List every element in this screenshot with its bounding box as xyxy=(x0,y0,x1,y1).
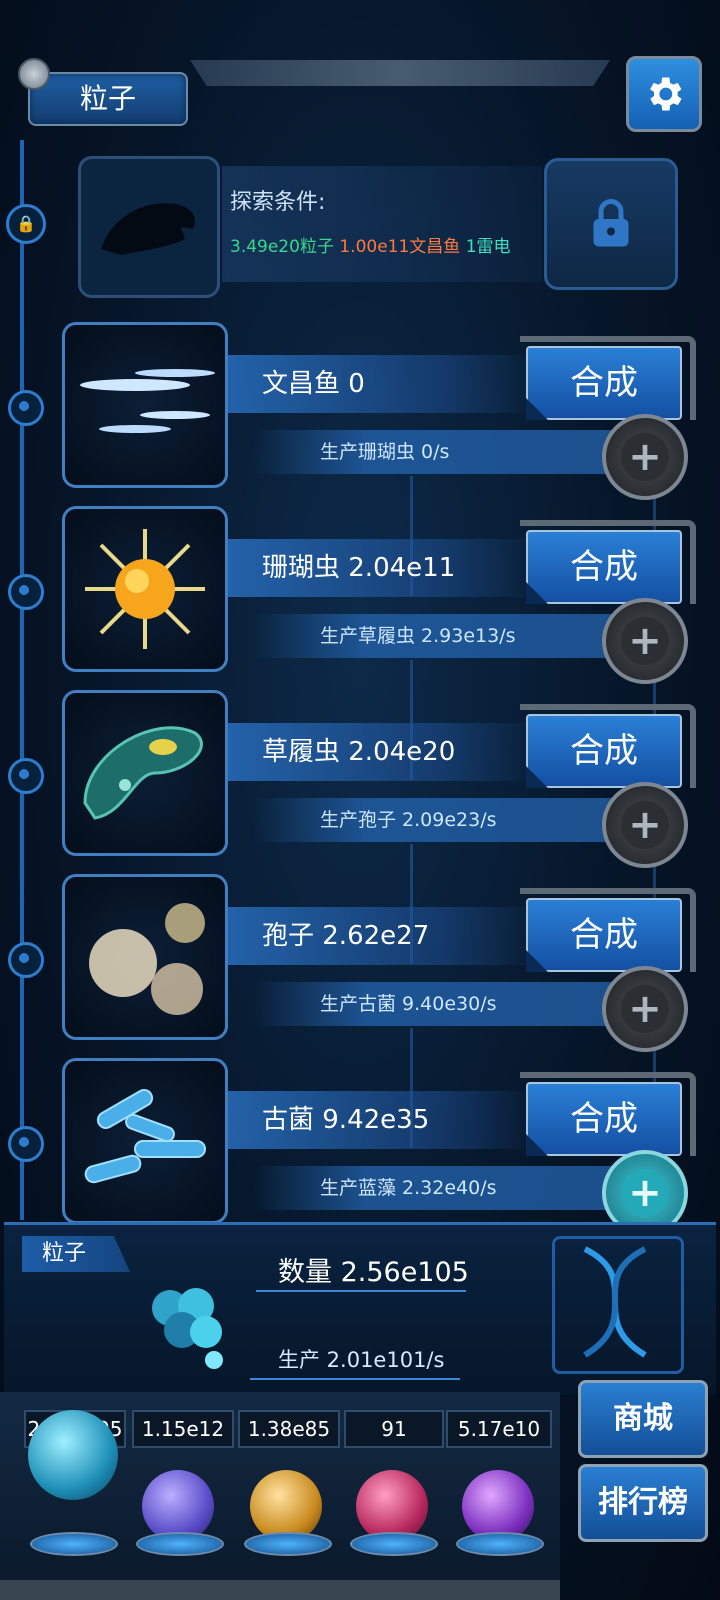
plus-icon: + xyxy=(621,801,669,849)
settings-button[interactable] xyxy=(626,56,702,132)
lock-icon xyxy=(593,199,629,247)
resource-value: 5.17e10 xyxy=(446,1410,552,1448)
orb-pedestal xyxy=(244,1532,332,1556)
orb-pedestal xyxy=(30,1532,118,1556)
timeline-line xyxy=(20,140,24,1220)
timeline-node xyxy=(8,390,44,426)
creature-card-spore[interactable] xyxy=(62,874,228,1040)
creature-name: 孢子 2.62e27 xyxy=(228,907,538,965)
upgrade-plus-button[interactable]: + xyxy=(602,414,688,500)
paramecium-icon xyxy=(83,726,203,820)
particle-count: 数量 2.56e105 xyxy=(278,1257,469,1288)
resource-value: 91 xyxy=(344,1410,444,1448)
timeline-node xyxy=(8,574,44,610)
particle-production: 生产 2.01e101/s xyxy=(278,1348,445,1372)
requirement-fish: 1.00e11文昌鱼 xyxy=(339,237,461,257)
synthesize-button[interactable]: 合成 xyxy=(526,530,682,604)
requirement-thunder: 1雷电 xyxy=(465,237,511,257)
synthesize-button[interactable]: 合成 xyxy=(526,714,682,788)
page-title: 粒子 xyxy=(28,72,188,126)
creature-name: 文昌鱼 0 xyxy=(228,355,538,413)
timeline-node xyxy=(8,1126,44,1162)
plus-icon: + xyxy=(621,617,669,665)
creature-name: 草履虫 2.04e20 xyxy=(228,723,538,781)
creature-name: 古菌 9.42e35 xyxy=(228,1091,538,1149)
panel-tag: 粒子 xyxy=(22,1236,130,1272)
resource-value: 1.15e12 xyxy=(132,1410,234,1448)
creature-card-coral-polyp[interactable] xyxy=(62,506,228,672)
locked-button[interactable] xyxy=(544,158,678,290)
dna-icon xyxy=(552,1236,684,1374)
shop-button[interactable]: 商城 xyxy=(578,1380,708,1458)
production-rate: 生产古菌 9.40e30/s xyxy=(254,982,624,1026)
production-rate: 生产草履虫 2.93e13/s xyxy=(254,614,624,658)
timeline-node xyxy=(8,758,44,794)
creature-card-paramecium[interactable] xyxy=(62,690,228,856)
upgrade-plus-button[interactable]: + xyxy=(602,966,688,1052)
plus-icon: + xyxy=(621,433,669,481)
particle-cluster-icon xyxy=(130,1268,240,1378)
timeline-lock-icon: 🔒 xyxy=(6,204,46,244)
upgrade-plus-button[interactable]: + xyxy=(602,598,688,684)
resource-value: 1.38e85 xyxy=(238,1410,340,1448)
divider xyxy=(256,1290,466,1292)
creature-card-fish[interactable] xyxy=(62,322,228,488)
spore-icon xyxy=(89,903,205,1015)
explore-condition-label: 探索条件: xyxy=(230,190,326,215)
orb-pedestal xyxy=(136,1532,224,1556)
header-bar xyxy=(190,60,610,86)
production-rate: 生产孢子 2.09e23/s xyxy=(254,798,624,842)
synthesize-button[interactable]: 合成 xyxy=(526,1082,682,1156)
synthesize-button[interactable]: 合成 xyxy=(526,898,682,972)
orb-pedestal xyxy=(456,1532,544,1556)
creature-card-archaea[interactable] xyxy=(62,1058,228,1224)
plus-icon: + xyxy=(621,985,669,1033)
particle-orb-icon[interactable] xyxy=(28,1410,118,1500)
hud-strip xyxy=(0,1580,560,1600)
upgrade-plus-button[interactable]: + xyxy=(602,782,688,868)
production-rate: 生产珊瑚虫 0/s xyxy=(254,430,624,474)
coral-polyp-icon xyxy=(85,529,205,649)
gear-icon xyxy=(650,77,682,111)
requirement-particles: 3.49e20粒子 xyxy=(230,237,334,257)
creature-name: 珊瑚虫 2.04e11 xyxy=(228,539,538,597)
archaea-icon xyxy=(84,1089,206,1184)
bolt-decoration xyxy=(18,58,50,90)
timeline-node xyxy=(8,942,44,978)
production-rate: 生产蓝藻 2.32e40/s xyxy=(254,1166,624,1210)
synthesize-button[interactable]: 合成 xyxy=(526,346,682,420)
leaderboard-button[interactable]: 排行榜 xyxy=(578,1464,708,1542)
locked-creature-silhouette xyxy=(78,156,220,298)
orb-pedestal xyxy=(350,1532,438,1556)
explore-requirements: 3.49e20粒子 1.00e11文昌鱼 1雷电 xyxy=(230,232,511,257)
plus-icon: + xyxy=(621,1169,669,1217)
fish-icon xyxy=(80,369,215,433)
divider xyxy=(250,1378,460,1380)
